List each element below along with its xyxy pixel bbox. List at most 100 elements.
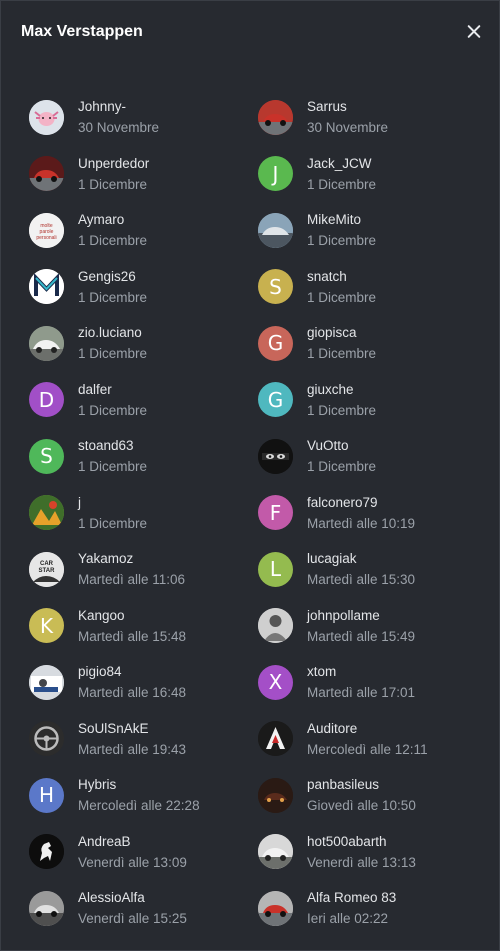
user-list-item[interactable]: Sstoand63 1 Dicembre [29, 428, 258, 485]
user-list-item[interactable]: VuOtto 1 Dicembre [258, 428, 487, 485]
user-list-item[interactable]: Gengis26 1 Dicembre [29, 259, 258, 316]
user-name[interactable]: Auditore [307, 718, 428, 739]
user-name[interactable]: giuxche [307, 379, 376, 400]
user-info: pigio84 Martedì alle 16:48 [78, 661, 186, 703]
user-name[interactable]: zio.luciano [78, 322, 147, 343]
user-list-item[interactable]: j 1 Dicembre [29, 485, 258, 542]
svg-text:STAR: STAR [39, 568, 56, 574]
user-name[interactable]: j [78, 492, 147, 513]
user-info: SoUlSnAkE Martedì alle 19:43 [78, 718, 186, 760]
user-list-item[interactable]: Ddalfer 1 Dicembre [29, 372, 258, 429]
like-date: Venerdì alle 13:13 [307, 854, 416, 870]
user-list-item[interactable]: Xxtom Martedì alle 17:01 [258, 654, 487, 711]
steering-wheel-photo-icon [29, 721, 64, 757]
avatar: X [258, 664, 293, 700]
user-name[interactable]: AndreaB [78, 831, 187, 852]
like-date: 1 Dicembre [307, 459, 377, 475]
like-date: 1 Dicembre [307, 402, 377, 418]
user-list-item[interactable]: CAR STAR Yakamoz Martedì alle 11:06 [29, 541, 258, 598]
user-name[interactable]: johnpollame [307, 605, 415, 626]
avatar: F [258, 495, 293, 531]
user-info: Alfa Romeo 83 Ieri alle 02:22 [307, 887, 396, 929]
user-info: johnpollame Martedì alle 15:49 [307, 605, 415, 647]
assassin-logo-icon [258, 721, 293, 757]
painting-photo-icon [29, 495, 64, 531]
m-logo-icon [29, 269, 64, 305]
user-name[interactable]: Gengis26 [78, 266, 147, 287]
person-photo-icon [258, 608, 293, 644]
user-list-item[interactable]: Johnny- 30 Novembre [29, 89, 258, 146]
user-name[interactable]: Yakamoz [78, 548, 185, 569]
like-date: Martedì alle 15:48 [78, 628, 187, 644]
like-date: Martedì alle 10:19 [307, 515, 416, 531]
user-list-item[interactable]: J Jack_JCW 1 Dicembre [258, 146, 487, 203]
bw-car-photo-icon [29, 890, 64, 926]
user-list-item[interactable]: zio.luciano 1 Dicembre [29, 315, 258, 372]
user-name[interactable]: VuOtto [307, 435, 376, 456]
user-list-item[interactable]: AlessioAlfa Venerdì alle 15:25 [29, 880, 258, 937]
like-date: 1 Dicembre [78, 515, 148, 531]
user-name[interactable]: Jack_JCW [307, 153, 376, 174]
user-name[interactable]: AlessioAlfa [78, 887, 187, 908]
user-list-item[interactable]: Sarrus 30 Novembre [258, 89, 487, 146]
like-date: Martedì alle 15:49 [307, 628, 416, 644]
user-info: AlessioAlfa Venerdì alle 15:25 [78, 887, 187, 929]
user-info: Auditore Mercoledì alle 12:11 [307, 718, 428, 760]
user-name[interactable]: xtom [307, 661, 415, 682]
avatar: S [29, 438, 64, 474]
close-icon[interactable] [463, 21, 485, 43]
user-list-item[interactable]: AndreaB Venerdì alle 13:09 [29, 824, 258, 881]
user-list-item[interactable]: pigio84 Martedì alle 16:48 [29, 654, 258, 711]
user-list-item[interactable]: SoUlSnAkE Martedì alle 19:43 [29, 711, 258, 768]
user-name[interactable]: giopisca [307, 322, 376, 343]
white-car-photo-icon [258, 834, 293, 870]
svg-text:personali: personali [36, 235, 56, 241]
user-name[interactable]: falconero79 [307, 492, 415, 513]
user-list-item[interactable]: K Kangoo Martedì alle 15:48 [29, 598, 258, 655]
user-list-item[interactable]: Ggiopisca 1 Dicembre [258, 315, 487, 372]
user-name[interactable]: Sarrus [307, 96, 388, 117]
user-name[interactable]: SoUlSnAkE [78, 718, 186, 739]
eyes-photo-icon [258, 438, 293, 474]
user-name[interactable]: Alfa Romeo 83 [307, 887, 396, 908]
avatar-letter: S [269, 274, 282, 299]
user-list-item[interactable]: hot500abarth Venerdì alle 13:13 [258, 824, 487, 881]
user-name[interactable]: Kangoo [78, 605, 186, 626]
like-date: 30 Novembre [78, 120, 160, 136]
user-list-item[interactable]: johnpollame Martedì alle 15:49 [258, 598, 487, 655]
user-name[interactable]: stoand63 [78, 435, 147, 456]
user-info: zio.luciano 1 Dicembre [78, 322, 147, 364]
user-name[interactable]: dalfer [78, 379, 147, 400]
like-date: Martedì alle 16:48 [78, 685, 187, 701]
user-list-item[interactable]: MikeMito 1 Dicembre [258, 202, 487, 259]
user-list: Johnny- 30 Novembre Sarrus 30 Novembre Unper… [29, 89, 489, 937]
user-name[interactable]: Aymaro [78, 209, 147, 230]
user-list-item[interactable]: panbasileus Giovedì alle 10:50 [258, 767, 487, 824]
user-list-item[interactable]: Auditore Mercoledì alle 12:11 [258, 711, 487, 768]
prancing-horse-logo-icon [29, 834, 64, 870]
user-name[interactable]: pigio84 [78, 661, 186, 682]
user-name[interactable]: lucagiak [307, 548, 415, 569]
user-list-item[interactable]: Ggiuxche 1 Dicembre [258, 372, 487, 429]
user-list-item[interactable]: molte parole personali Aymaro 1 Dicembre [29, 202, 258, 259]
red-car-photo-icon [258, 890, 293, 926]
dialog-title: Max Verstappen [21, 23, 143, 40]
user-name[interactable]: panbasileus [307, 774, 416, 795]
user-list-item[interactable]: Alfa Romeo 83 Ieri alle 02:22 [258, 880, 487, 937]
user-name[interactable]: MikeMito [307, 209, 376, 230]
user-info: Gengis26 1 Dicembre [78, 266, 147, 308]
avatar-letter: S [40, 444, 53, 469]
user-info: Johnny- 30 Novembre [78, 96, 159, 138]
user-name[interactable]: Johnny- [78, 96, 159, 117]
user-list-item[interactable]: Ffalconero79 Martedì alle 10:19 [258, 485, 487, 542]
user-name[interactable]: Hybris [78, 774, 200, 795]
user-list-item[interactable]: Ssnatch 1 Dicembre [258, 259, 487, 316]
user-list-item[interactable]: Unperdedor 1 Dicembre [29, 146, 258, 203]
user-name[interactable]: snatch [307, 266, 376, 287]
user-name[interactable]: hot500abarth [307, 831, 416, 852]
red-car-photo-icon [29, 156, 64, 192]
user-list-item[interactable]: Llucagiak Martedì alle 15:30 [258, 541, 487, 598]
user-list-item[interactable]: H Hybris Mercoledì alle 22:28 [29, 767, 258, 824]
user-name[interactable]: Unperdedor [78, 153, 149, 174]
user-info: snatch 1 Dicembre [307, 266, 376, 308]
